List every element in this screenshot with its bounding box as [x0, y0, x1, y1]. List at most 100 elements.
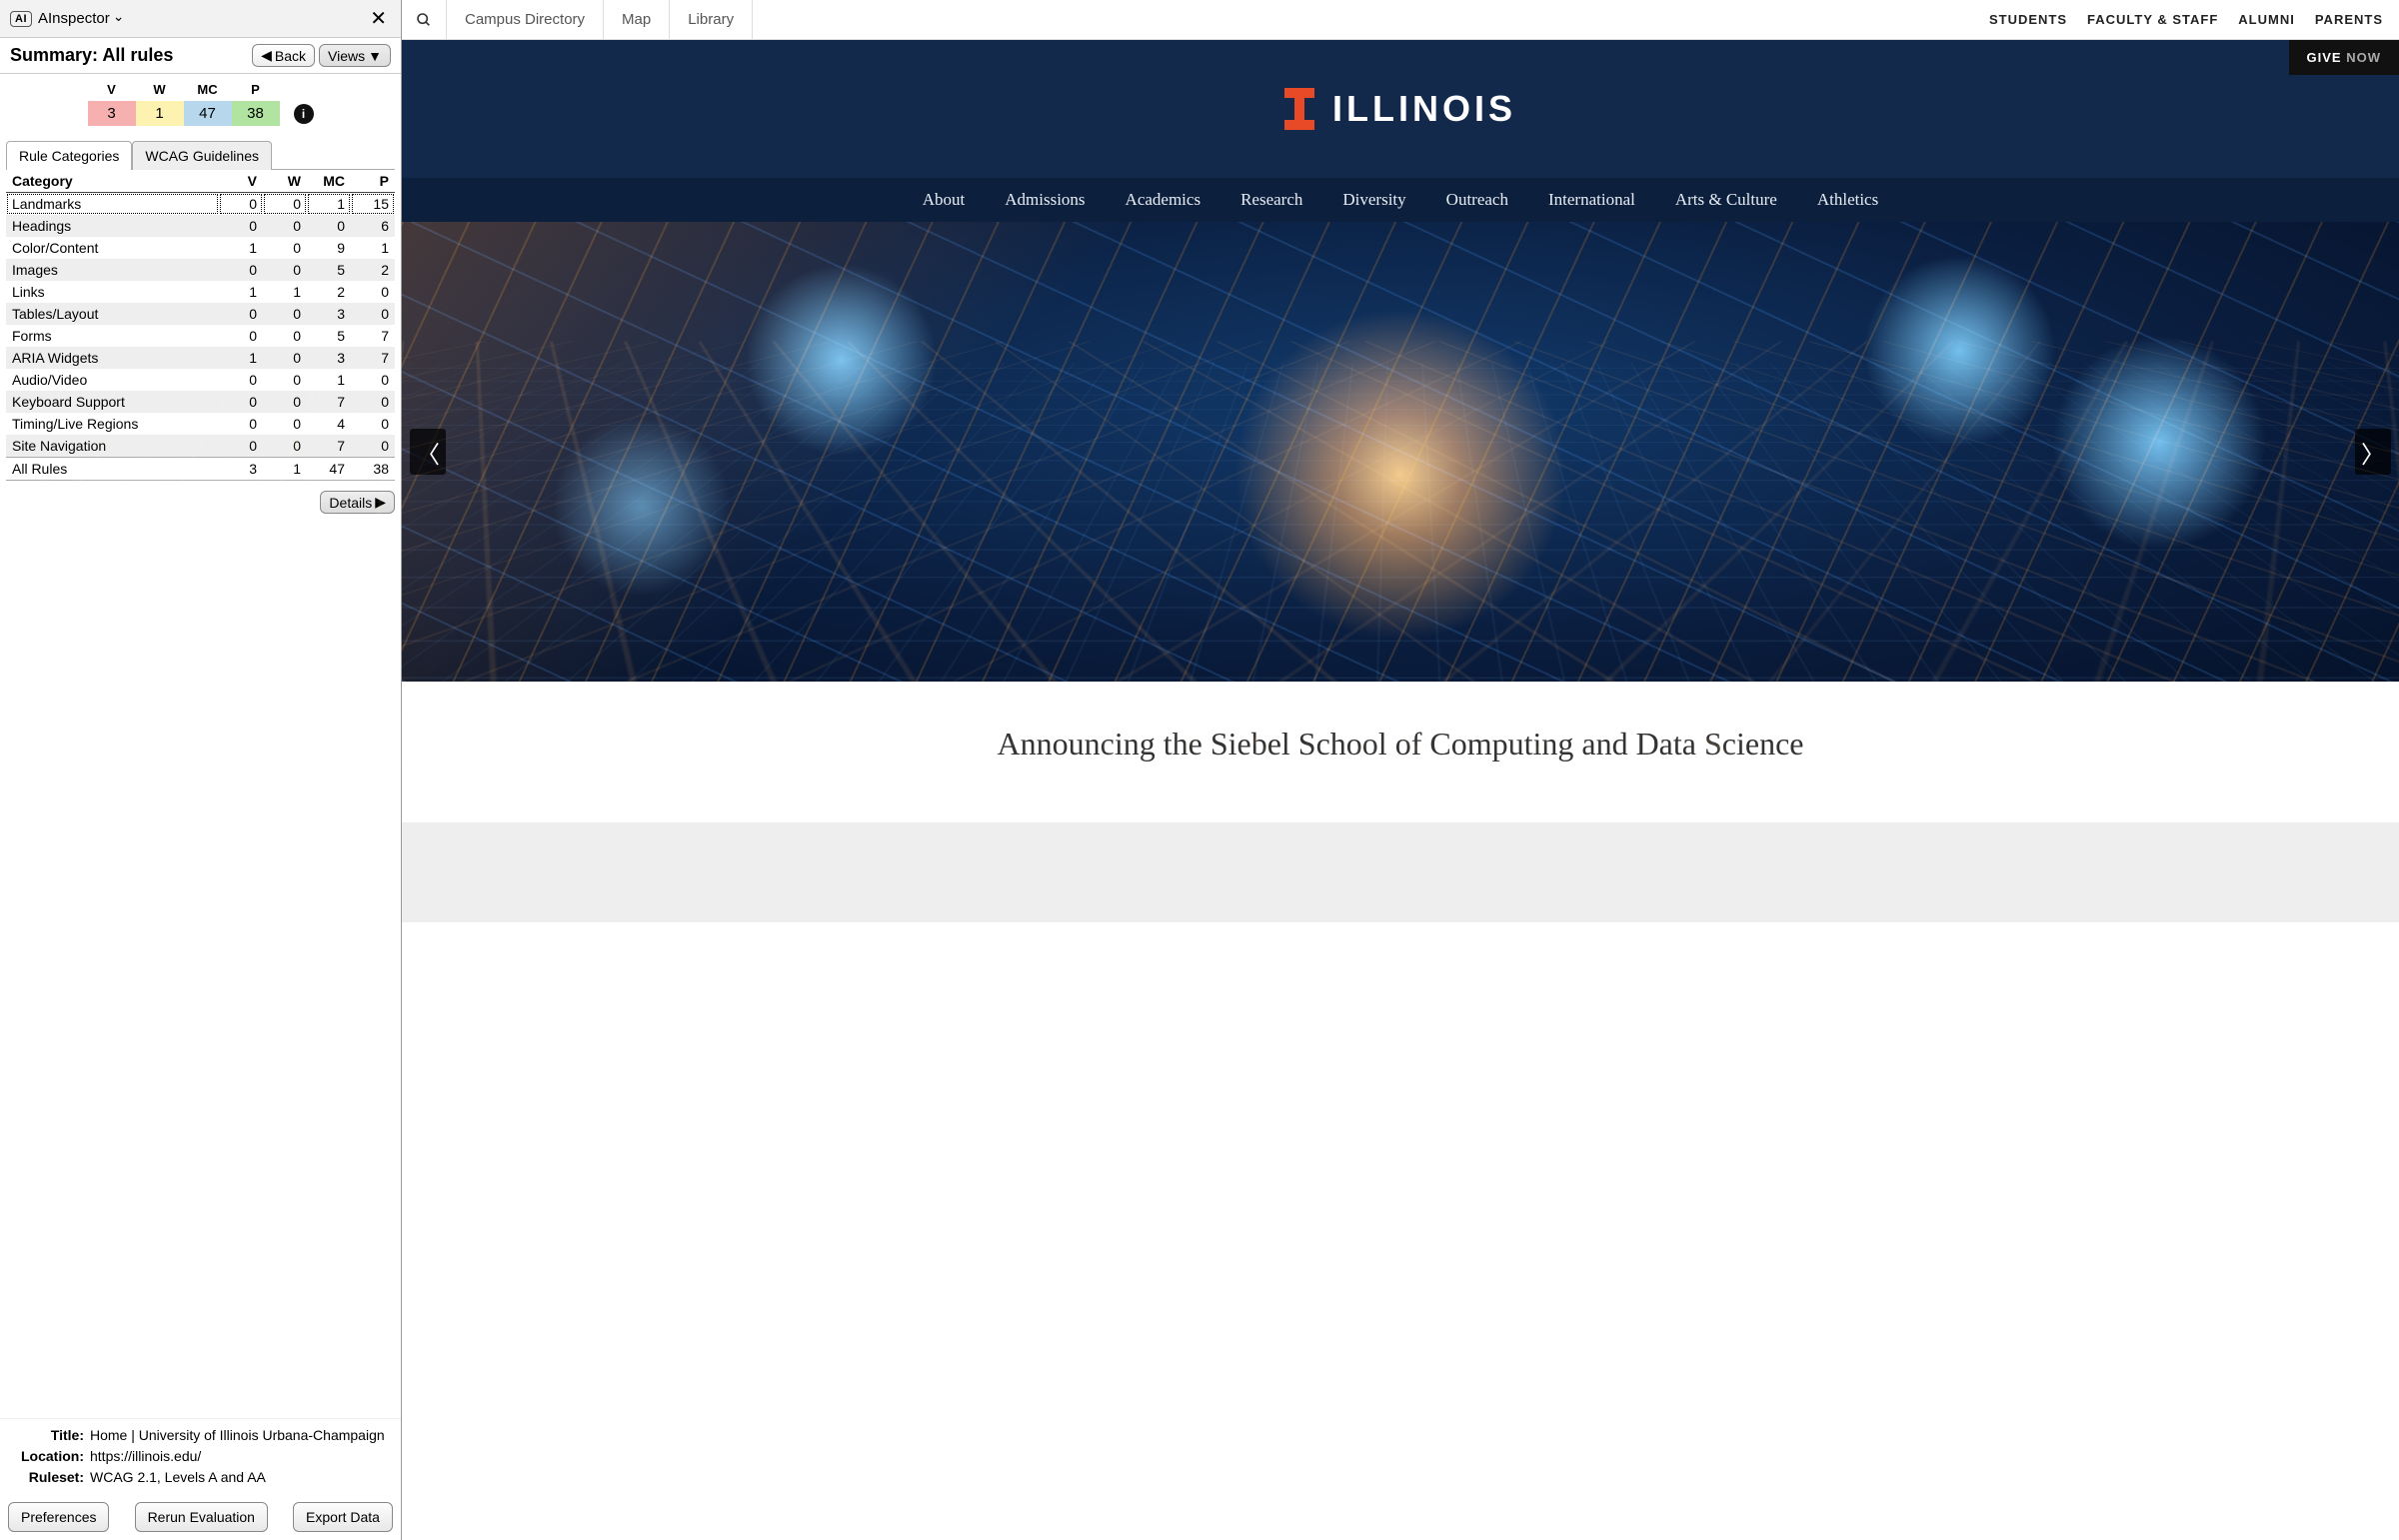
meta-title-value: Home | University of Illinois Urbana-Cha… — [90, 1425, 385, 1446]
cell-v: 0 — [219, 413, 263, 435]
cell-category: All Rules — [6, 458, 219, 481]
meta-ruleset-label: Ruleset: — [10, 1467, 84, 1488]
table-row[interactable]: Timing/Live Regions0040 — [6, 413, 395, 435]
details-button[interactable]: Details ▶ — [320, 491, 395, 514]
bottom-buttons: Preferences Rerun Evaluation Export Data — [0, 1494, 401, 1540]
util-link[interactable]: Map — [604, 0, 670, 39]
close-icon[interactable]: ✕ — [366, 6, 391, 31]
table-row[interactable]: Landmarks00115 — [6, 193, 395, 216]
cell-w: 0 — [263, 413, 307, 435]
audience-link[interactable]: PARENTS — [2315, 12, 2383, 27]
table-row[interactable]: Images0052 — [6, 259, 395, 281]
brand-wordmark: ILLINOIS — [1332, 88, 1516, 130]
nav-link[interactable]: About — [923, 190, 966, 210]
nav-link[interactable]: Arts & Culture — [1675, 190, 1777, 210]
give-now-label: NOW — [2346, 50, 2381, 65]
nav-link[interactable]: Admissions — [1005, 190, 1085, 210]
cell-mc: 0 — [307, 215, 351, 237]
views-dropdown-label: Views — [328, 48, 365, 64]
summary-bar: Summary: All rules ◀ Back Views ▼ — [0, 38, 401, 74]
table-row[interactable]: Headings0006 — [6, 215, 395, 237]
panel-header: AI AInspector ✕ — [0, 0, 401, 38]
cell-w: 0 — [263, 369, 307, 391]
evaluated-page: Campus Directory Map Library STUDENTS FA… — [402, 0, 2399, 1540]
cell-v: 0 — [219, 259, 263, 281]
ainspector-panel: AI AInspector ✕ Summary: All rules ◀ Bac… — [0, 0, 402, 1540]
give-label: GIVE — [2307, 50, 2342, 65]
carousel-prev-button[interactable]: 〈 — [410, 429, 446, 475]
table-row[interactable]: Site Navigation0070 — [6, 435, 395, 458]
carousel-next-button[interactable]: 〉 — [2355, 429, 2391, 475]
nav-link[interactable]: Outreach — [1446, 190, 1508, 210]
cell-category: Headings — [6, 215, 219, 237]
block-i-icon — [1284, 88, 1314, 130]
table-row[interactable]: ARIA Widgets1037 — [6, 347, 395, 369]
meta-location-value: https://illinois.edu/ — [90, 1446, 201, 1467]
tab-rule-categories[interactable]: Rule Categories — [6, 141, 132, 170]
cell-mc: 3 — [307, 347, 351, 369]
rerun-button[interactable]: Rerun Evaluation — [135, 1502, 268, 1532]
utility-bar: Campus Directory Map Library STUDENTS FA… — [402, 0, 2399, 40]
brand-link[interactable]: ILLINOIS — [1284, 88, 1516, 130]
cell-category: Timing/Live Regions — [6, 413, 219, 435]
cell-w: 0 — [263, 435, 307, 458]
main-nav: About Admissions Academics Research Dive… — [402, 178, 2399, 222]
cell-mc: 1 — [307, 193, 351, 216]
col-mc[interactable]: MC — [307, 170, 351, 193]
cell-v: 0 — [219, 435, 263, 458]
hero-headline: Announcing the Siebel School of Computin… — [402, 682, 2399, 822]
nav-link[interactable]: Athletics — [1817, 190, 1878, 210]
cell-p: 0 — [351, 435, 395, 458]
cell-mc: 4 — [307, 413, 351, 435]
count-value-p: 38 — [232, 101, 280, 126]
export-button[interactable]: Export Data — [293, 1502, 393, 1532]
cell-mc: 3 — [307, 303, 351, 325]
cell-p: 1 — [351, 237, 395, 259]
audience-link[interactable]: STUDENTS — [1989, 12, 2067, 27]
table-row[interactable]: Forms0057 — [6, 325, 395, 347]
back-button[interactable]: ◀ Back — [252, 44, 315, 67]
panel-title-dropdown[interactable]: AInspector — [38, 10, 124, 27]
util-link[interactable]: Campus Directory — [447, 0, 604, 39]
meta-location-label: Location: — [10, 1446, 84, 1467]
col-v[interactable]: V — [219, 170, 263, 193]
chevron-right-icon: 〉 — [2361, 435, 2385, 470]
cell-v: 0 — [219, 215, 263, 237]
triangle-left-icon: ◀ — [261, 47, 272, 64]
search-button[interactable] — [402, 0, 447, 39]
cell-mc: 7 — [307, 435, 351, 458]
col-p[interactable]: P — [351, 170, 395, 193]
back-button-label: Back — [275, 48, 306, 64]
cell-mc: 5 — [307, 259, 351, 281]
count-header-mc: MC — [197, 82, 217, 97]
triangle-right-icon: ▶ — [375, 494, 386, 511]
category-table: Category V W MC P Landmarks00115Headings… — [6, 170, 395, 481]
table-row[interactable]: Links1120 — [6, 281, 395, 303]
nav-link[interactable]: Academics — [1126, 190, 1201, 210]
table-row[interactable]: All Rules314738 — [6, 458, 395, 481]
nav-link[interactable]: International — [1548, 190, 1635, 210]
col-w[interactable]: W — [263, 170, 307, 193]
audience-link[interactable]: ALUMNI — [2238, 12, 2295, 27]
table-row[interactable]: Tables/Layout0030 — [6, 303, 395, 325]
tabs: Rule Categories WCAG Guidelines — [6, 140, 395, 170]
tab-wcag-guidelines[interactable]: WCAG Guidelines — [132, 141, 272, 170]
util-link[interactable]: Library — [670, 0, 753, 39]
cell-w: 0 — [263, 237, 307, 259]
nav-link[interactable]: Diversity — [1342, 190, 1405, 210]
give-now-button[interactable]: GIVE NOW — [2289, 40, 2399, 75]
preferences-button[interactable]: Preferences — [8, 1502, 109, 1532]
cell-w: 0 — [263, 347, 307, 369]
table-row[interactable]: Color/Content1091 — [6, 237, 395, 259]
col-category[interactable]: Category — [6, 170, 219, 193]
info-icon[interactable]: i — [294, 104, 314, 124]
cell-v: 0 — [219, 391, 263, 413]
table-row[interactable]: Audio/Video0010 — [6, 369, 395, 391]
summary-heading: Summary: All rules — [10, 45, 173, 66]
nav-link[interactable]: Research — [1240, 190, 1302, 210]
table-row[interactable]: Keyboard Support0070 — [6, 391, 395, 413]
cell-category: Site Navigation — [6, 435, 219, 458]
brand-band: GIVE NOW ILLINOIS — [402, 40, 2399, 178]
views-dropdown[interactable]: Views ▼ — [319, 44, 391, 67]
audience-link[interactable]: FACULTY & STAFF — [2087, 12, 2218, 27]
